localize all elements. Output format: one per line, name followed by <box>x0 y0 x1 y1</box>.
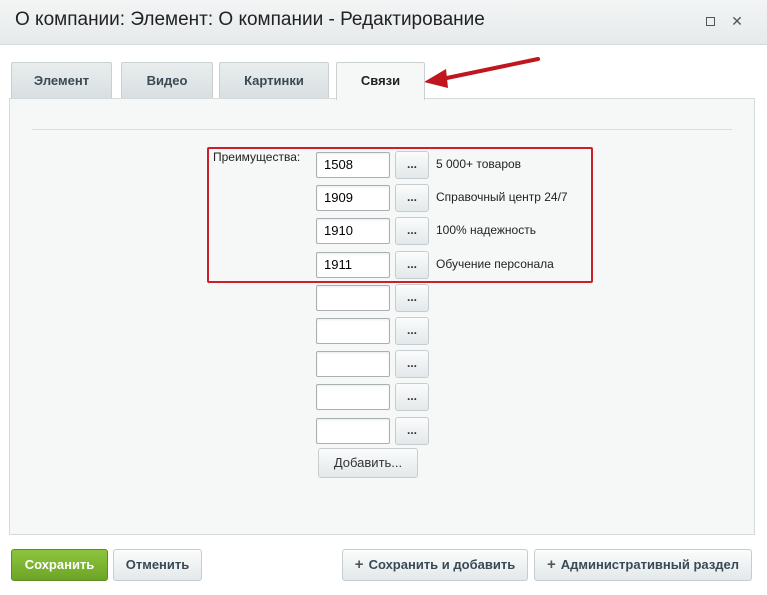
browse-button[interactable]: ... <box>395 317 429 345</box>
window-titlebar: О компании: Элемент: О компании - Редакт… <box>0 0 767 45</box>
cancel-button[interactable]: Отменить <box>113 549 202 581</box>
tab-links[interactable]: Связи <box>336 62 425 100</box>
tab-pictures[interactable]: Картинки <box>219 62 329 98</box>
browse-button[interactable]: ... <box>395 417 429 445</box>
save-and-add-label: Сохранить и добавить <box>368 557 516 572</box>
red-arrow-icon <box>424 57 540 88</box>
link-id-input[interactable] <box>316 351 390 377</box>
browse-button[interactable]: ... <box>395 383 429 411</box>
plus-icon: + <box>546 556 556 573</box>
save-button[interactable]: Сохранить <box>11 549 108 581</box>
save-and-add-button[interactable]: + Сохранить и добавить <box>342 549 528 581</box>
browse-button[interactable]: ... <box>395 350 429 378</box>
maximize-icon[interactable] <box>703 14 717 28</box>
browse-button[interactable]: ... <box>395 284 429 312</box>
tab-element[interactable]: Элемент <box>11 62 112 98</box>
window-title: О компании: Элемент: О компании - Редакт… <box>15 9 485 30</box>
link-id-input[interactable] <box>316 318 390 344</box>
add-button[interactable]: Добавить... <box>318 448 418 478</box>
divider <box>32 129 732 130</box>
highlight-box <box>207 147 593 283</box>
admin-section-button[interactable]: + Административный раздел <box>534 549 752 581</box>
link-id-input[interactable] <box>316 285 390 311</box>
admin-section-label: Административный раздел <box>560 557 740 572</box>
close-icon[interactable]: ✕ <box>730 14 744 28</box>
link-id-input[interactable] <box>316 418 390 444</box>
plus-icon: + <box>354 556 364 573</box>
link-id-input[interactable] <box>316 384 390 410</box>
tab-video[interactable]: Видео <box>121 62 213 98</box>
